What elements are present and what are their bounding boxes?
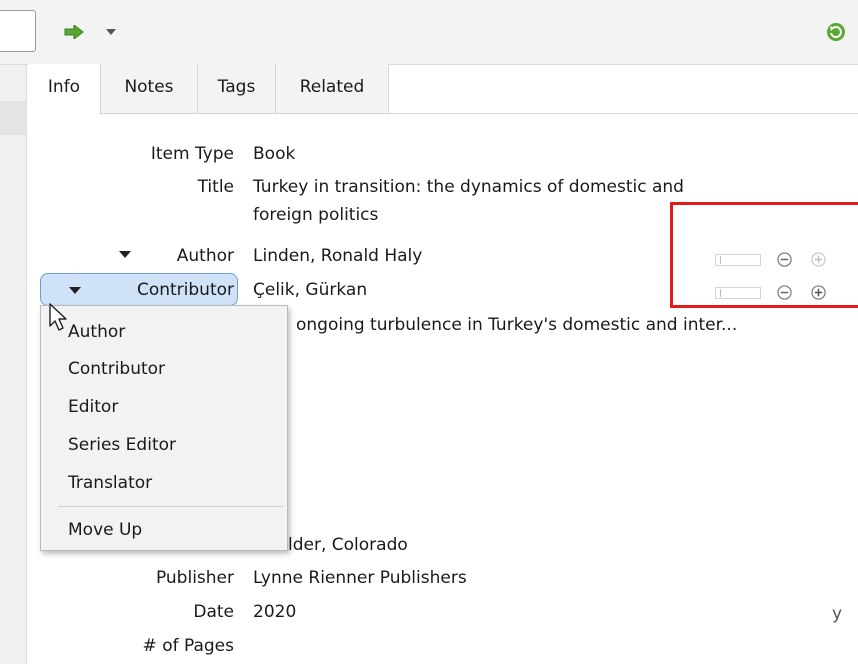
date-label: Date [193, 602, 234, 622]
tab-notes[interactable]: Notes [101, 64, 198, 114]
title-label: Title [197, 177, 234, 197]
author-twisty-icon[interactable] [119, 251, 131, 258]
menu-item-series-editor[interactable]: Series Editor [68, 435, 176, 455]
menu-item-move-up[interactable]: Move Up [68, 520, 142, 540]
publisher-label: Publisher [155, 568, 234, 588]
pages-label: # of Pages [142, 636, 234, 656]
title-value-line2[interactable]: foreign politics [253, 205, 378, 225]
items-pane-edge [0, 65, 27, 664]
tab-info[interactable]: Info [28, 64, 101, 114]
item-type-label: Item Type [150, 144, 234, 164]
search-box[interactable] [0, 10, 36, 52]
abstract-value[interactable]: ongoing turbulence in Turkey's domestic … [296, 315, 737, 335]
menu-item-contributor[interactable]: Contributor [68, 359, 165, 379]
title-value-line1[interactable]: Turkey in transition: the dynamics of do… [253, 177, 684, 197]
date-format-indicator: y [832, 604, 843, 624]
forward-arrow-icon[interactable] [64, 25, 84, 39]
toolbar [0, 0, 858, 65]
menu-item-author[interactable]: Author [68, 322, 125, 342]
contributor-twisty-icon[interactable] [69, 287, 81, 294]
highlight-box [670, 202, 858, 308]
item-type-value[interactable]: Book [253, 144, 295, 164]
dropdown-arrow-icon[interactable] [106, 29, 116, 36]
mouse-cursor-icon [49, 303, 67, 331]
publisher-value[interactable]: Lynne Rienner Publishers [253, 568, 467, 588]
place-value[interactable]: lder, Colorado [288, 535, 408, 555]
tab-tags[interactable]: Tags [198, 64, 276, 114]
tab-divider [100, 113, 858, 114]
author-label[interactable]: Author [177, 246, 234, 266]
tab-related[interactable]: Related [276, 64, 389, 114]
menu-item-editor[interactable]: Editor [68, 397, 118, 417]
menu-item-translator[interactable]: Translator [68, 473, 152, 493]
menu-separator [58, 506, 283, 507]
contributor-label[interactable]: Contributor [137, 280, 234, 300]
date-value[interactable]: 2020 [253, 602, 296, 622]
selected-row[interactable] [0, 101, 26, 135]
sync-icon[interactable] [826, 22, 846, 42]
author-value[interactable]: Linden, Ronald Haly [253, 246, 422, 266]
contributor-value[interactable]: Çelik, Gürkan [253, 280, 367, 300]
